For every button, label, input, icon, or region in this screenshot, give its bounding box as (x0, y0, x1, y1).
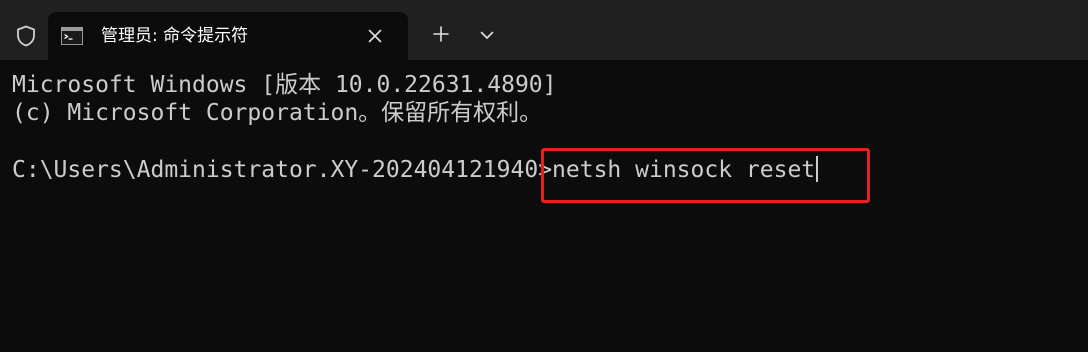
tab-title: 管理员: 命令提示符 (101, 26, 249, 46)
close-icon[interactable] (363, 24, 387, 48)
plus-icon (433, 25, 449, 47)
shield-icon[interactable] (10, 20, 42, 52)
terminal-window: 管理员: 命令提示符 Microsoft Windows [版本 10.0.22… (0, 0, 1088, 352)
copyright-line: (c) Microsoft Corporation。保留所有权利。 (12, 100, 543, 126)
prompt: C:\Users\Administrator.XY-202404121940> (12, 157, 553, 183)
tab-command-prompt[interactable]: 管理员: 命令提示符 (48, 12, 408, 60)
new-tab-button[interactable] (424, 20, 458, 52)
version-line: Microsoft Windows [版本 10.0.22631.4890] (12, 72, 557, 98)
tab-bar: 管理员: 命令提示符 (0, 0, 1088, 60)
terminal-output[interactable]: Microsoft Windows [版本 10.0.22631.4890] (… (0, 60, 1088, 352)
chevron-down-icon (480, 27, 494, 45)
cmd-icon (61, 27, 83, 50)
scrollbar[interactable] (1082, 60, 1088, 352)
command-text: netsh winsock reset (552, 157, 816, 183)
command-line[interactable]: C:\Users\Administrator.XY-202404121940>n… (12, 156, 819, 184)
tab-dropdown-button[interactable] (470, 20, 504, 52)
text-cursor (816, 156, 819, 182)
